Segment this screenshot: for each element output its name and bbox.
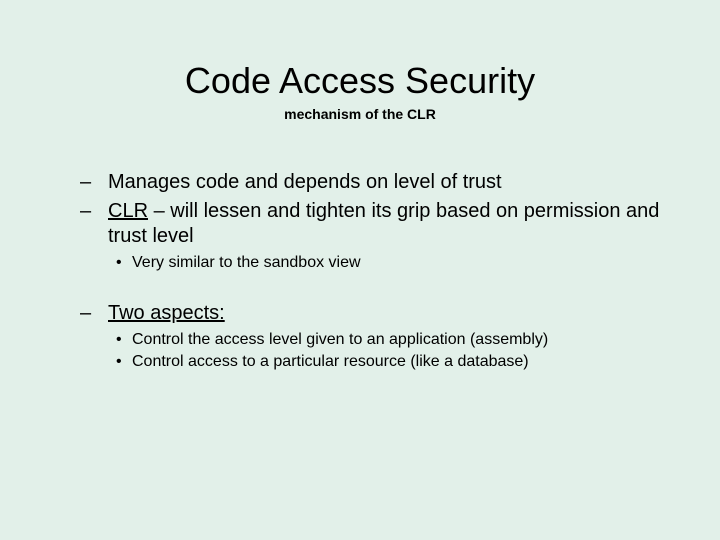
sub-bullet-text: Very similar to the sandbox view bbox=[132, 254, 361, 271]
bullet-text: Manages code and depends on level of tru… bbox=[108, 171, 502, 193]
bullet-term: CLR bbox=[108, 200, 148, 222]
primary-list: Two aspects: Control the access level gi… bbox=[60, 301, 660, 372]
slide: Code Access Security mechanism of the CL… bbox=[0, 0, 720, 540]
slide-title: Code Access Security bbox=[60, 60, 660, 102]
bullet-text: – will lessen and tighten its grip based… bbox=[108, 200, 659, 247]
sub-list: Control the access level given to an app… bbox=[108, 330, 660, 372]
primary-list: Manages code and depends on level of tru… bbox=[60, 170, 660, 273]
sub-bullet-item: Control access to a particular resource … bbox=[108, 352, 660, 372]
sub-bullet-item: Control the access level given to an app… bbox=[108, 330, 660, 350]
bullet-item: Manages code and depends on level of tru… bbox=[60, 170, 660, 195]
sub-list: Very similar to the sandbox view bbox=[108, 253, 660, 273]
bullet-term: Two aspects: bbox=[108, 302, 225, 324]
slide-body: Manages code and depends on level of tru… bbox=[60, 170, 660, 372]
bullet-item: Two aspects: Control the access level gi… bbox=[60, 301, 660, 372]
sub-bullet-text: Control the access level given to an app… bbox=[132, 331, 548, 348]
bullet-item: CLR – will lessen and tighten its grip b… bbox=[60, 199, 660, 273]
sub-bullet-text: Control access to a particular resource … bbox=[132, 353, 529, 370]
sub-bullet-item: Very similar to the sandbox view bbox=[108, 253, 660, 273]
slide-subtitle: mechanism of the CLR bbox=[60, 106, 660, 122]
